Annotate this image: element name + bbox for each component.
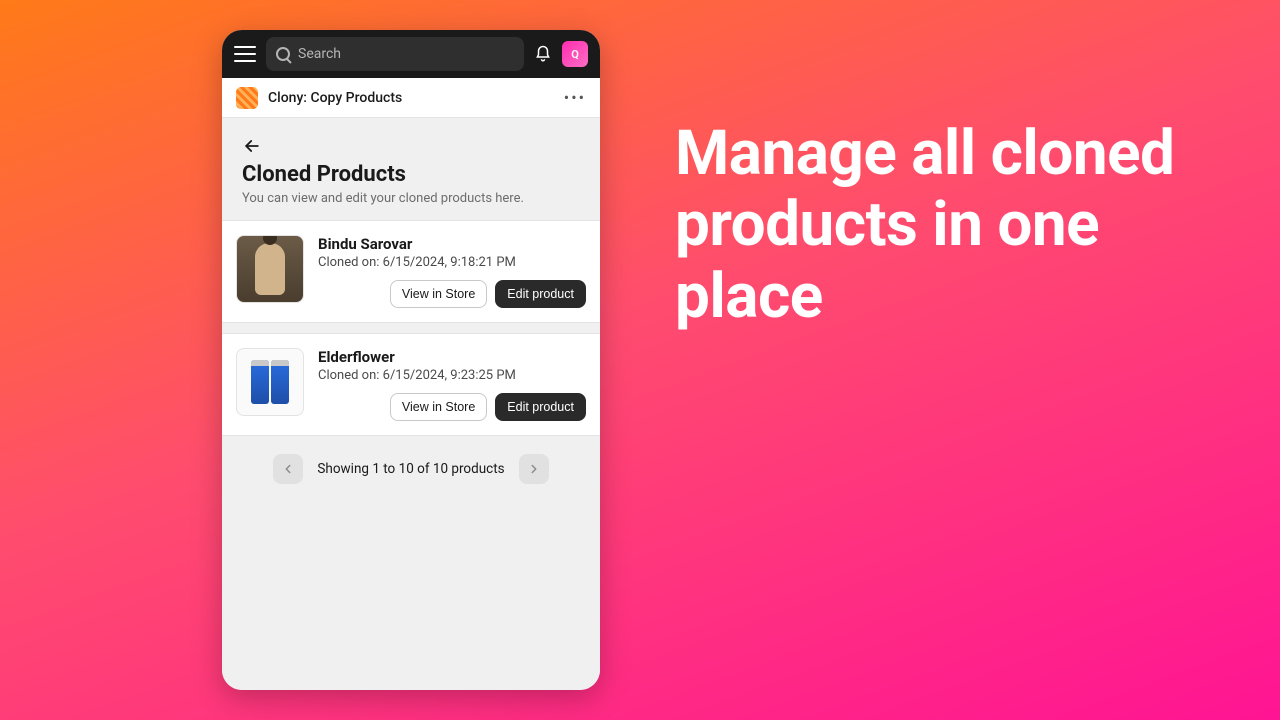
top-bar: Search Q [222, 30, 600, 78]
pagination-text: Showing 1 to 10 of 10 products [317, 461, 504, 477]
search-icon [276, 47, 290, 61]
product-body: Bindu Sarovar Cloned on: 6/15/2024, 9:18:… [318, 235, 586, 308]
product-thumbnail [236, 235, 304, 303]
product-cloned-on: Cloned on: 6/15/2024, 9:23:25 PM [318, 368, 586, 383]
product-actions: View in Store Edit product [318, 280, 586, 308]
product-title: Elderflower [318, 348, 586, 366]
page-subtitle: You can view and edit your cloned produc… [242, 191, 580, 206]
product-thumbnail [236, 348, 304, 416]
product-title: Bindu Sarovar [318, 235, 586, 253]
app-bar: Clony: Copy Products ••• [222, 78, 600, 118]
pagination: Showing 1 to 10 of 10 products [222, 436, 600, 502]
menu-icon[interactable] [234, 46, 256, 62]
product-body: Elderflower Cloned on: 6/15/2024, 9:23:25… [318, 348, 586, 421]
edit-product-button[interactable]: Edit product [495, 393, 586, 421]
avatar[interactable]: Q [562, 41, 588, 67]
view-in-store-button[interactable]: View in Store [390, 280, 487, 308]
chevron-left-icon [281, 462, 295, 476]
prev-page-button[interactable] [273, 454, 303, 484]
notifications-icon[interactable] [534, 45, 552, 63]
page-content: Cloned Products You can view and edit yo… [222, 118, 600, 690]
view-in-store-button[interactable]: View in Store [390, 393, 487, 421]
chevron-right-icon [527, 462, 541, 476]
product-actions: View in Store Edit product [318, 393, 586, 421]
app-name: Clony: Copy Products [268, 90, 554, 106]
product-card: Bindu Sarovar Cloned on: 6/15/2024, 9:18:… [222, 220, 600, 323]
edit-product-button[interactable]: Edit product [495, 280, 586, 308]
app-logo-icon [236, 87, 258, 109]
product-card: Elderflower Cloned on: 6/15/2024, 9:23:25… [222, 333, 600, 436]
page-title: Cloned Products [242, 162, 580, 187]
app-frame: Search Q Clony: Copy Products ••• Cloned… [222, 30, 600, 690]
back-button[interactable] [222, 118, 600, 162]
product-cloned-on: Cloned on: 6/15/2024, 9:18:21 PM [318, 255, 586, 270]
avatar-initials: Q [571, 48, 579, 61]
next-page-button[interactable] [519, 454, 549, 484]
search-input[interactable]: Search [266, 37, 524, 71]
more-icon[interactable]: ••• [564, 88, 586, 107]
marketing-headline: Manage all cloned products in one place [675, 118, 1220, 332]
search-placeholder: Search [298, 46, 341, 62]
